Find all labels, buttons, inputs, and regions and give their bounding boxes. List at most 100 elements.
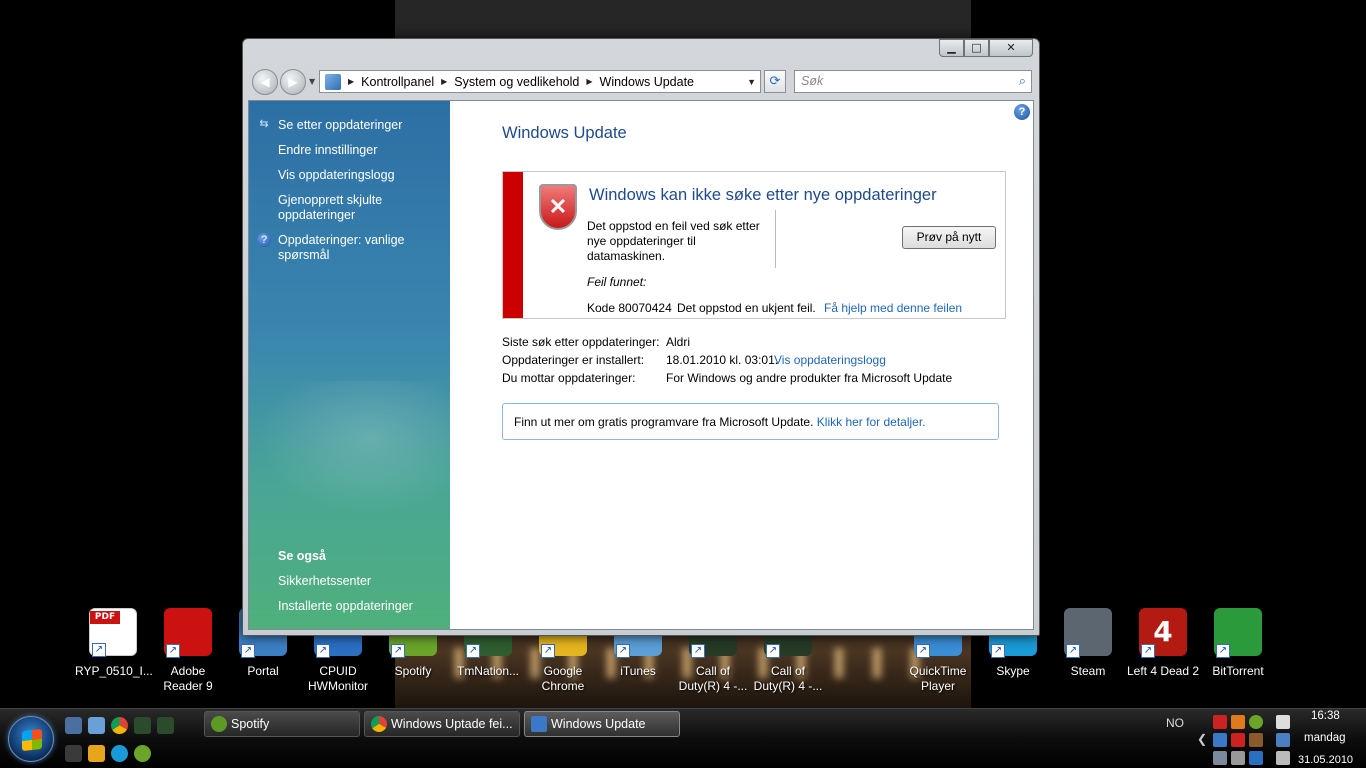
maximize-button[interactable]: □	[964, 39, 989, 57]
shortcut-arrow-icon: ↗	[541, 644, 555, 658]
shortcut-arrow-icon: ↗	[766, 644, 780, 658]
forward-button[interactable]: ▶	[280, 69, 306, 95]
desktop-icon-label: TmNation...	[456, 664, 519, 678]
l4d-quicklaunch-icon[interactable]	[88, 745, 105, 762]
task-restore-hidden[interactable]: Gjenopprett skjulte oppdateringer	[278, 193, 443, 223]
taskbar: Spotify Windows Uptade fei... Windows Up…	[0, 708, 1366, 768]
main-pane: ? Windows Update ✕ Windows kan ikke søke…	[450, 101, 1033, 629]
shortcut-arrow-icon: ↗	[166, 644, 180, 658]
desktop-icon-label: Left 4 Dead 2	[1126, 664, 1200, 678]
shortcut-arrow-icon: ↗	[916, 644, 930, 658]
tray-monitor-icon[interactable]	[1231, 751, 1245, 765]
desktop-icon-label: BitTorrent	[1212, 664, 1264, 678]
shortcut-arrow-icon: ↗	[616, 644, 630, 658]
desktop-icon-label: Call of Duty(R) 4 -...	[678, 664, 748, 693]
tray-update-icon[interactable]	[1213, 733, 1227, 747]
shortcut-arrow-icon: ↗	[92, 643, 106, 657]
desktop-icon-bittorrent[interactable]: ↗ BitTorrent	[1200, 608, 1276, 703]
view-history-link[interactable]: Vis oppdateringslogg	[774, 353, 886, 367]
start-button[interactable]	[8, 716, 54, 762]
windows-logo-icon	[22, 728, 42, 752]
skype-quicklaunch-icon[interactable]	[111, 745, 128, 762]
tray-error-icon[interactable]	[1213, 715, 1227, 729]
desktop-icon-label: Steam	[1070, 664, 1106, 678]
error-help-link[interactable]: Få hjelp med denne feilen	[824, 301, 962, 315]
tray-spotify-icon[interactable]	[1249, 715, 1263, 729]
recent-pages-dropdown-icon[interactable]: ▼	[309, 77, 315, 86]
windows-update-window[interactable]: ▁ □ ✕ ◀ ▶ ▼ ▶ Kontrollpanel ▶ System og …	[242, 38, 1040, 636]
search-input[interactable]: Søk ⌕	[794, 70, 1032, 93]
task-change-settings[interactable]: Endre innstillinger	[278, 143, 443, 158]
see-also-security-center[interactable]: Sikkerhetssenter	[278, 574, 443, 589]
clock-date[interactable]: 31.05.2010	[1298, 754, 1353, 766]
see-also-installed-updates[interactable]: Installerte oppdateringer	[278, 599, 443, 614]
taskbar-button-chrome[interactable]: Windows Uptade fei...	[364, 711, 520, 737]
receive-label: Du mottar oppdateringer:	[502, 371, 636, 385]
spotify-quicklaunch-icon[interactable]	[134, 745, 151, 762]
tray-clipboard-icon[interactable]	[1276, 715, 1290, 729]
pdf-file-icon: PDF ↗	[89, 608, 137, 657]
minimize-button[interactable]: ▁	[939, 39, 964, 57]
chrome-icon	[371, 716, 387, 732]
control-panel-icon	[325, 73, 341, 90]
tray-network-icon[interactable]	[1276, 733, 1290, 747]
tray-drive-icon[interactable]	[1213, 751, 1227, 765]
breadcrumb-separator-icon[interactable]: ▶	[348, 77, 354, 86]
tray-db-icon[interactable]	[1249, 751, 1263, 765]
shortcut-arrow-icon: ↗	[316, 644, 330, 658]
error-description: Det oppstod en feil ved søk etter nye op…	[587, 219, 760, 263]
task-check-updates[interactable]: Se etter oppdateringer	[278, 118, 443, 133]
clock-day[interactable]: mandag	[1304, 732, 1346, 744]
task-view-history[interactable]: Vis oppdateringslogg	[278, 168, 443, 183]
back-button[interactable]: ◀	[252, 69, 278, 95]
desktop-icon-adobe-reader[interactable]: ↗ Adobe Reader 9	[150, 608, 226, 703]
breadcrumb-system-maintenance[interactable]: System og vedlikehold	[454, 75, 579, 89]
taskbar-button-windows-update[interactable]: Windows Update	[524, 711, 680, 737]
close-button[interactable]: ✕	[989, 39, 1033, 57]
volume-icon[interactable]	[1276, 751, 1290, 765]
desktop-icon-label: Skype	[996, 664, 1030, 678]
breadcrumb-control-panel[interactable]: Kontrollpanel	[361, 75, 434, 89]
chrome-quicklaunch-icon[interactable]	[111, 717, 128, 734]
search-icon[interactable]: ⌕	[1019, 73, 1026, 89]
retry-button[interactable]: Prøv på nytt	[902, 226, 996, 249]
task-faq[interactable]: Oppdateringer: vanlige spørsmål	[278, 233, 443, 263]
show-desktop-icon[interactable]	[65, 717, 82, 734]
cod4-quicklaunch-icon[interactable]	[134, 717, 151, 734]
help-icon[interactable]: ?	[1014, 104, 1030, 120]
tray-device-icon[interactable]	[1249, 733, 1263, 747]
switch-windows-icon[interactable]	[88, 717, 105, 734]
infobox-details-link[interactable]: Klikk her for detaljer.	[817, 415, 926, 429]
tray-app-icon[interactable]	[1231, 715, 1245, 729]
errors-found-label: Feil funnet:	[587, 275, 647, 289]
see-also-heading: Se også	[278, 549, 326, 563]
microsoft-update-infobox: Finn ut mer om gratis programvare fra Mi…	[502, 403, 999, 440]
desktop-icon-label: iTunes	[620, 664, 656, 678]
window-controls: ▁ □ ✕	[939, 39, 1033, 57]
taskbar-button-spotify[interactable]: Spotify	[204, 711, 360, 737]
shortcut-arrow-icon: ↗	[991, 644, 1005, 658]
refresh-button[interactable]: ⟳	[764, 70, 786, 93]
clock-time[interactable]: 16:38	[1311, 710, 1340, 722]
breadcrumb-windows-update[interactable]: Windows Update	[600, 75, 695, 89]
breadcrumb-separator-icon[interactable]: ▶	[586, 77, 592, 86]
language-indicator[interactable]: NO	[1166, 716, 1184, 730]
address-dropdown-icon[interactable]: ▼	[747, 77, 756, 87]
error-bar	[503, 172, 523, 318]
tmnation-quicklaunch-icon[interactable]	[65, 745, 82, 762]
desktop-icon-label: CPUID HWMonitor	[307, 664, 368, 693]
cod4-mp-quicklaunch-icon[interactable]	[157, 717, 174, 734]
error-title: Windows kan ikke søke etter nye oppdater…	[589, 186, 937, 204]
error-code: Kode 80070424	[587, 301, 672, 315]
spotify-icon	[211, 716, 227, 732]
show-hidden-icons-chevron-icon[interactable]: ❮	[1197, 732, 1207, 746]
desktop-icon-l4d2[interactable]: 4 ↗ Left 4 Dead 2	[1125, 608, 1201, 703]
desktop-icon-pdf-file[interactable]: PDF ↗ RYP_0510_I...	[75, 608, 153, 703]
breadcrumb-separator-icon[interactable]: ▶	[441, 77, 447, 86]
desktop-icon-steam[interactable]: ↗ Steam	[1050, 608, 1126, 703]
tray-security-icon[interactable]	[1231, 733, 1245, 747]
l4d2-icon: 4 ↗	[1139, 608, 1187, 658]
address-bar[interactable]: ▶ Kontrollpanel ▶ System og vedlikehold …	[319, 70, 761, 93]
last-check-label: Siste søk etter oppdateringer:	[502, 335, 660, 349]
shortcut-arrow-icon: ↗	[1141, 644, 1155, 658]
